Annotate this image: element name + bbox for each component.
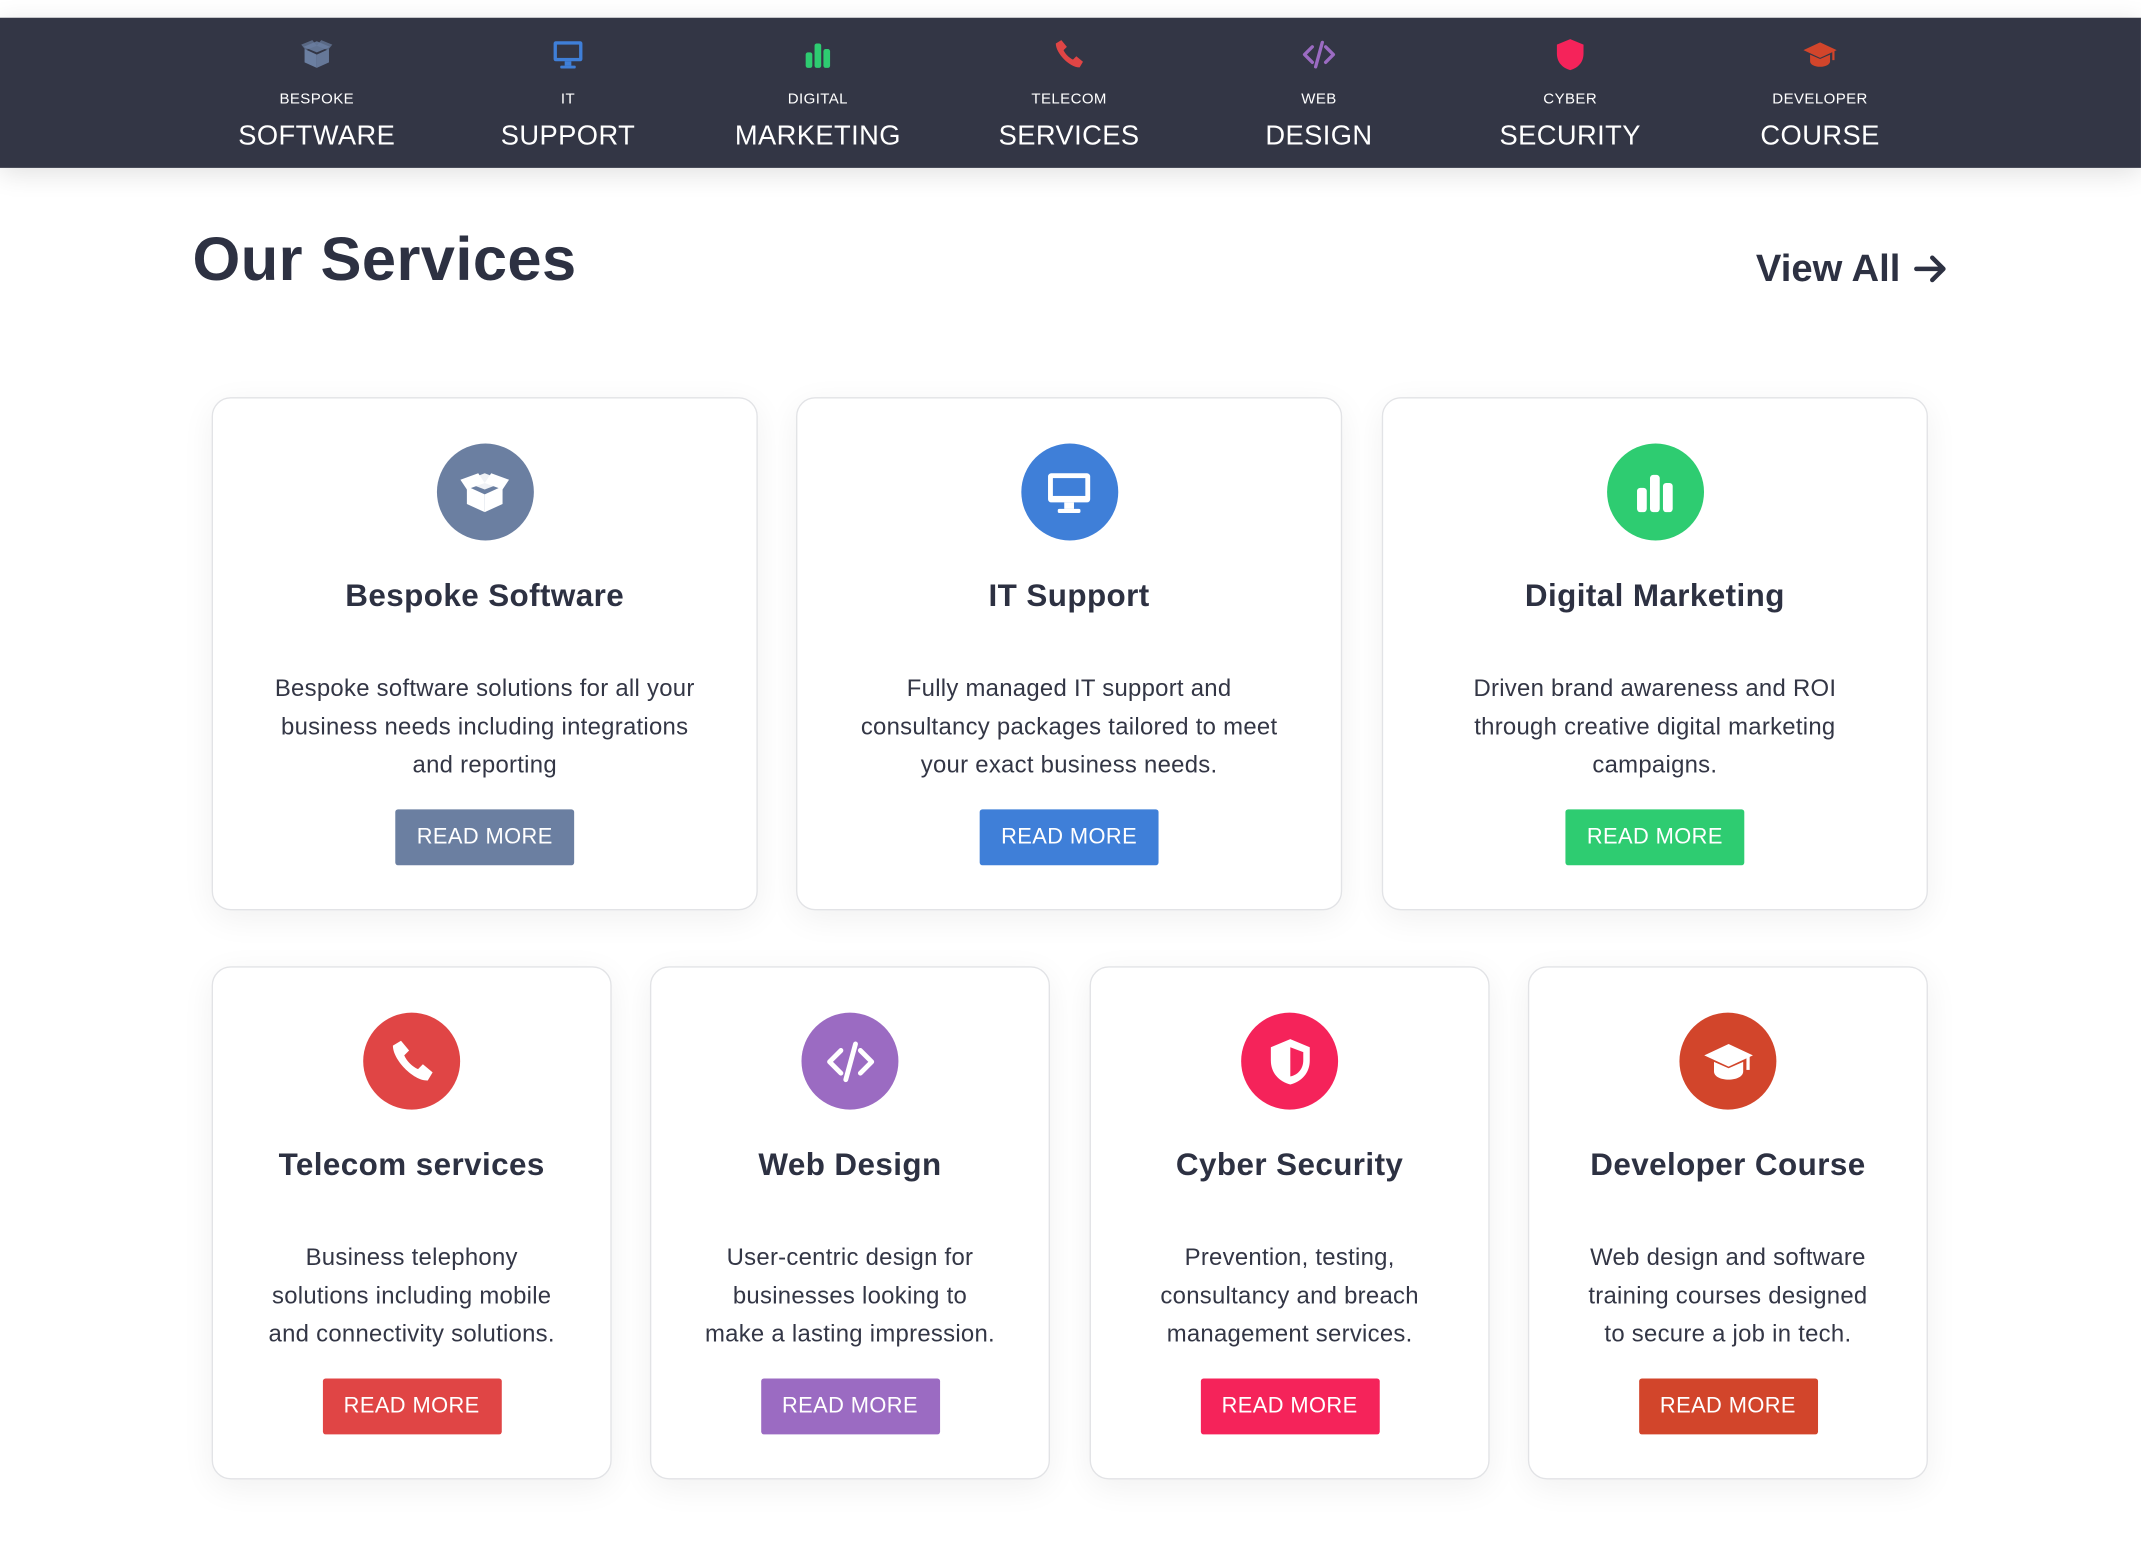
nav-item-small-label: BESPOKE [279, 91, 355, 108]
card-description: Prevention, testing, consultancy and bre… [1105, 1238, 1474, 1353]
nav-item-telecom-services[interactable]: TELECOM SERVICES [960, 18, 1178, 168]
card-description-line: Business telephony [305, 1243, 518, 1271]
card-description-line: training courses designed [1588, 1281, 1868, 1309]
view-all-link[interactable]: View All [1756, 247, 1950, 291]
card-description-line: Prevention, testing, [1184, 1243, 1395, 1271]
card-description-line: solutions including mobile [271, 1281, 552, 1309]
card-title: Telecom services [278, 1146, 545, 1182]
page-title: Our Services [192, 223, 577, 294]
card-description-line: business needs including integrations [281, 712, 689, 740]
nav-item-big-label: MARKETING [734, 121, 901, 152]
card-description-line: Web design and software [1590, 1243, 1866, 1271]
nav-item-big-label: SERVICES [998, 121, 1140, 152]
desktop-icon [1020, 443, 1118, 541]
nav-item-big-label: SOFTWARE [238, 121, 396, 152]
phone-icon [1051, 37, 1087, 72]
card-description: Business telephony solutions including m… [227, 1238, 596, 1353]
service-card-developer-course: Developer Course Web design and software… [1527, 966, 1928, 1480]
shield-icon [1552, 37, 1588, 72]
card-title: Cyber Security [1175, 1146, 1404, 1182]
card-description-line: campaigns. [1592, 750, 1718, 778]
nav-item-digital-marketing[interactable]: DIGITAL MARKETING [709, 18, 927, 168]
card-description-line: and connectivity solutions. [268, 1319, 555, 1348]
nav-item-cyber-security[interactable]: CYBER SECURITY [1461, 18, 1679, 168]
box-open-icon [299, 37, 335, 72]
nav-item-small-label: WEB [1301, 91, 1337, 108]
read-more-button[interactable]: READ MORE [760, 1378, 940, 1435]
card-description-line: through creative digital marketing [1474, 712, 1836, 740]
top-nav: BESPOKE SOFTWARE IT SUPPORT DIGITAL MARK… [0, 17, 2141, 168]
service-card-it-support: IT Support Fully managed IT support and … [796, 397, 1343, 911]
card-description-line: make a lasting impression. [704, 1319, 995, 1348]
read-more-button[interactable]: READ MORE [322, 1378, 502, 1435]
nav-item-big-label: SUPPORT [500, 121, 636, 152]
service-card-digital-marketing: Digital Marketing Driven brand awareness… [1381, 397, 1928, 911]
nav-item-small-label: CYBER [1543, 91, 1598, 108]
card-description-line: Driven brand awareness and ROI [1473, 674, 1837, 702]
read-more-button[interactable]: READ MORE [395, 809, 575, 866]
bar-chart-icon [800, 37, 836, 72]
card-title: Developer Course [1590, 1146, 1866, 1182]
card-description: Bespoke software solutions for all your … [239, 669, 731, 784]
nav-item-developer-course[interactable]: DEVELOPER COURSE [1711, 18, 1929, 168]
nav-item-big-label: COURSE [1760, 121, 1880, 152]
shield-icon [1241, 1012, 1339, 1110]
card-description-line: your exact business needs. [920, 750, 1218, 778]
nav-item-big-label: SECURITY [1499, 121, 1641, 152]
graduation-cap-icon [1802, 37, 1838, 72]
card-description: Driven brand awareness and ROI through c… [1409, 669, 1901, 784]
box-open-icon [436, 443, 534, 541]
nav-item-it-support[interactable]: IT SUPPORT [459, 18, 677, 168]
card-description: Web design and software training courses… [1544, 1238, 1913, 1353]
service-card-cyber-security: Cyber Security Prevention, testing, cons… [1089, 966, 1490, 1480]
card-title: Web Design [758, 1146, 942, 1182]
card-description-line: management services. [1166, 1319, 1413, 1348]
card-description-line: consultancy packages tailored to meet [860, 712, 1278, 740]
card-description-line: and reporting [412, 750, 557, 778]
card-description: Fully managed IT support and consultancy… [823, 669, 1315, 784]
service-card-bespoke-software: Bespoke Software Bespoke software soluti… [211, 397, 758, 911]
card-description-line: businesses looking to [732, 1281, 968, 1309]
nav-item-small-label: TELECOM [1031, 91, 1107, 108]
bar-chart-icon [1606, 443, 1704, 541]
read-more-button[interactable]: READ MORE [1565, 809, 1745, 866]
card-description-line: User-centric design for [726, 1243, 974, 1271]
code-icon [801, 1012, 899, 1110]
nav-item-web-design[interactable]: WEB DESIGN [1210, 18, 1428, 168]
nav-item-small-label: DEVELOPER [1772, 91, 1868, 108]
card-description-line: consultancy and breach [1160, 1281, 1419, 1309]
nav-item-small-label: IT [560, 91, 576, 108]
read-more-button[interactable]: READ MORE [1638, 1378, 1818, 1435]
nav-item-small-label: DIGITAL [787, 91, 848, 108]
card-title: Digital Marketing [1524, 577, 1785, 613]
phone-icon [363, 1012, 461, 1110]
service-card-telecom-services: Telecom services Business telephony solu… [211, 966, 612, 1480]
card-title: Bespoke Software [345, 577, 625, 613]
service-card-web-design: Web Design User-centric design for busin… [649, 966, 1050, 1480]
card-description-line: Fully managed IT support and [906, 674, 1232, 702]
card-description: User-centric design for businesses looki… [666, 1238, 1035, 1353]
card-title: IT Support [988, 577, 1150, 613]
nav-item-bespoke-software[interactable]: BESPOKE SOFTWARE [208, 18, 426, 168]
nav-item-big-label: DESIGN [1265, 121, 1373, 152]
read-more-button[interactable]: READ MORE [979, 809, 1159, 866]
desktop-icon [550, 37, 586, 72]
arrow-right-icon [1913, 255, 1946, 283]
card-description-line: Bespoke software solutions for all your [274, 674, 695, 702]
read-more-button[interactable]: READ MORE [1200, 1378, 1380, 1435]
card-description-line: to secure a job in tech. [1604, 1319, 1852, 1348]
graduation-cap-icon [1679, 1012, 1777, 1110]
code-icon [1301, 37, 1337, 72]
view-all-label: View All [1755, 247, 1901, 290]
